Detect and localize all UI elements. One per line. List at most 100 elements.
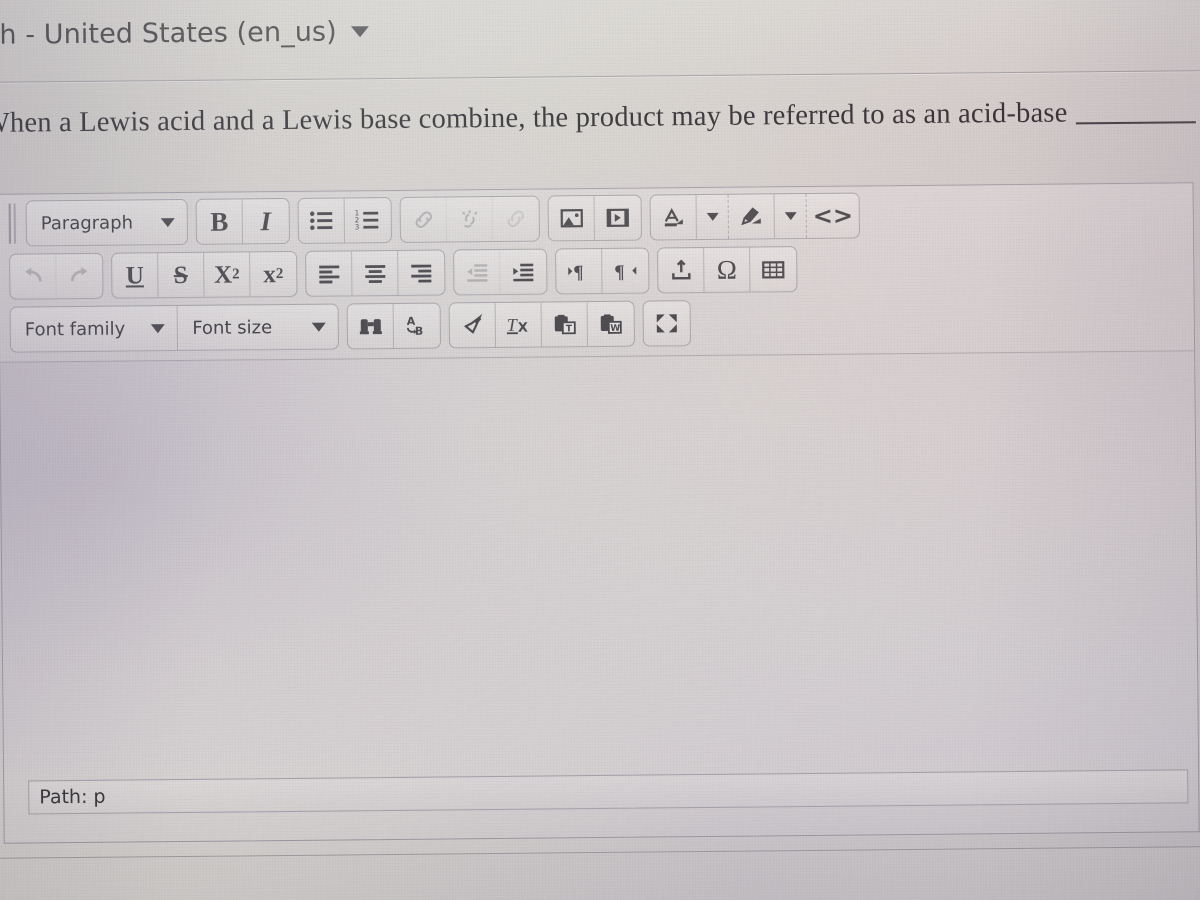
toolbar-group-fonts: Font family Font size (9, 303, 340, 353)
bullet-list-button[interactable] (298, 198, 345, 243)
font-family-select[interactable]: Font family (10, 306, 179, 352)
underline-label: U (125, 261, 144, 290)
find-button[interactable] (348, 303, 395, 349)
source-code-button[interactable]: <> (807, 194, 860, 238)
image-icon (558, 206, 584, 230)
strikethrough-button[interactable]: S (158, 252, 205, 298)
chevron-down-icon (312, 322, 327, 332)
paste-as-text-icon: T (552, 312, 578, 336)
insert-file-button[interactable] (658, 247, 705, 293)
direction-rtl-icon: ¶ (612, 259, 638, 283)
toolbar-group-align (305, 249, 446, 297)
toolbar-group-insert: Ω (657, 246, 798, 294)
table-icon (760, 257, 786, 281)
align-left-button[interactable] (306, 251, 353, 296)
indent-button[interactable] (500, 250, 546, 294)
binoculars-find-icon (358, 314, 384, 338)
paste-from-word-button[interactable]: W (588, 302, 634, 346)
unlink-button[interactable] (446, 197, 493, 242)
unlink-icon (456, 207, 482, 231)
chevron-down-icon (706, 212, 719, 221)
toolbar-drag-handle[interactable] (8, 203, 16, 244)
replace-icon: A B (404, 314, 430, 338)
toolbar-group-format: Paragraph (25, 198, 189, 247)
locale-label: lish - United States (en_us) (0, 16, 337, 51)
text-color-dropdown[interactable] (696, 194, 729, 240)
locale-selector[interactable]: lish - United States (en_us) (0, 16, 369, 51)
toolbar-group-script: U S X2 x2 (111, 250, 298, 299)
toolbar-row-3: Font family Font size A B T X T W (9, 295, 1194, 353)
highlight-color-dropdown[interactable] (774, 194, 807, 239)
bold-label: B (210, 206, 229, 237)
editor-statusbar: Path: p (28, 769, 1189, 815)
redo-button[interactable] (56, 254, 102, 298)
anchor-button[interactable] (493, 197, 539, 241)
block-format-select[interactable]: Paragraph (27, 200, 187, 246)
text-color-icon (660, 205, 686, 229)
indent-icon (510, 260, 536, 284)
answer-blank (1075, 107, 1196, 125)
ltr-button[interactable]: ¶ (556, 248, 603, 294)
align-right-button[interactable] (398, 250, 444, 294)
anchor-icon (503, 207, 529, 231)
italic-button[interactable]: I (243, 199, 289, 243)
insert-media-button[interactable] (595, 196, 641, 240)
subscript-label: X (213, 261, 233, 289)
fullscreen-icon (654, 311, 680, 335)
toolbar-group-clean: T X T W (449, 300, 636, 349)
format-painter-button[interactable] (450, 302, 497, 348)
insert-table-button[interactable] (750, 247, 796, 291)
svg-text:3: 3 (355, 223, 360, 231)
svg-text:X: X (518, 321, 528, 336)
numbered-list-button[interactable]: 1 2 3 (345, 198, 391, 242)
ordered-list-icon: 1 2 3 (355, 208, 381, 232)
outdent-button[interactable] (454, 249, 501, 295)
toolbar-group-media (547, 194, 642, 242)
toolbar-row-2: U S X2 x2 ¶ ¶ Ω (9, 242, 1193, 300)
superscript-button[interactable]: x2 (250, 252, 296, 296)
svg-text:¶: ¶ (614, 262, 624, 283)
italic-label: I (260, 205, 272, 236)
align-right-icon (408, 261, 434, 285)
toolbar-group-search: A B (347, 302, 442, 350)
toolbar-group-lists: 1 2 3 (297, 196, 393, 244)
page-surface: lish - United States (en_us) When a Lewi… (0, 0, 1200, 900)
toolbar-row-1: Paragraph B I 1 2 3 <> (8, 189, 1193, 247)
font-size-select[interactable]: Font size (178, 305, 338, 351)
omega-icon: Ω (716, 254, 737, 285)
font-family-label: Font family (24, 318, 126, 341)
text-color-button[interactable] (650, 195, 697, 240)
paste-from-word-icon: W (598, 312, 624, 336)
subscript-button[interactable]: X2 (204, 252, 251, 297)
page-header: lish - United States (en_us) (0, 0, 1200, 74)
align-center-button[interactable] (352, 250, 399, 296)
editor-content-area[interactable] (0, 351, 1198, 767)
fullscreen-button[interactable] (644, 301, 690, 345)
insert-image-button[interactable] (548, 196, 595, 241)
element-path-label: Path: p (39, 785, 106, 809)
toolbar-group-bold-italic: B I (195, 197, 291, 245)
block-format-label: Paragraph (40, 211, 134, 234)
highlight-color-button[interactable] (728, 194, 775, 239)
paste-as-text-button[interactable]: T (542, 302, 589, 347)
underline-button[interactable]: U (112, 253, 159, 298)
undo-button[interactable] (10, 254, 57, 299)
media-film-icon (605, 206, 631, 230)
link-button[interactable] (400, 197, 447, 242)
bold-button[interactable]: B (196, 199, 244, 244)
toolbar-group-direction: ¶ ¶ (555, 247, 650, 295)
format-painter-icon (460, 313, 486, 337)
superscript-label: x (263, 260, 276, 288)
link-icon (410, 208, 436, 232)
superscript-index: 2 (275, 265, 284, 282)
replace-button[interactable]: A B (394, 304, 440, 348)
rtl-button[interactable]: ¶ (602, 249, 648, 293)
special-character-button[interactable]: Ω (704, 247, 751, 292)
direction-ltr-icon: ¶ (566, 259, 592, 283)
svg-text:T: T (566, 324, 573, 334)
page-footer-band (0, 847, 1200, 900)
remove-format-button[interactable]: T X (496, 302, 543, 347)
screenshot-root: lish - United States (en_us) When a Lewi… (0, 0, 1200, 900)
chevron-down-icon[interactable] (350, 25, 369, 37)
outdent-icon (464, 260, 490, 284)
